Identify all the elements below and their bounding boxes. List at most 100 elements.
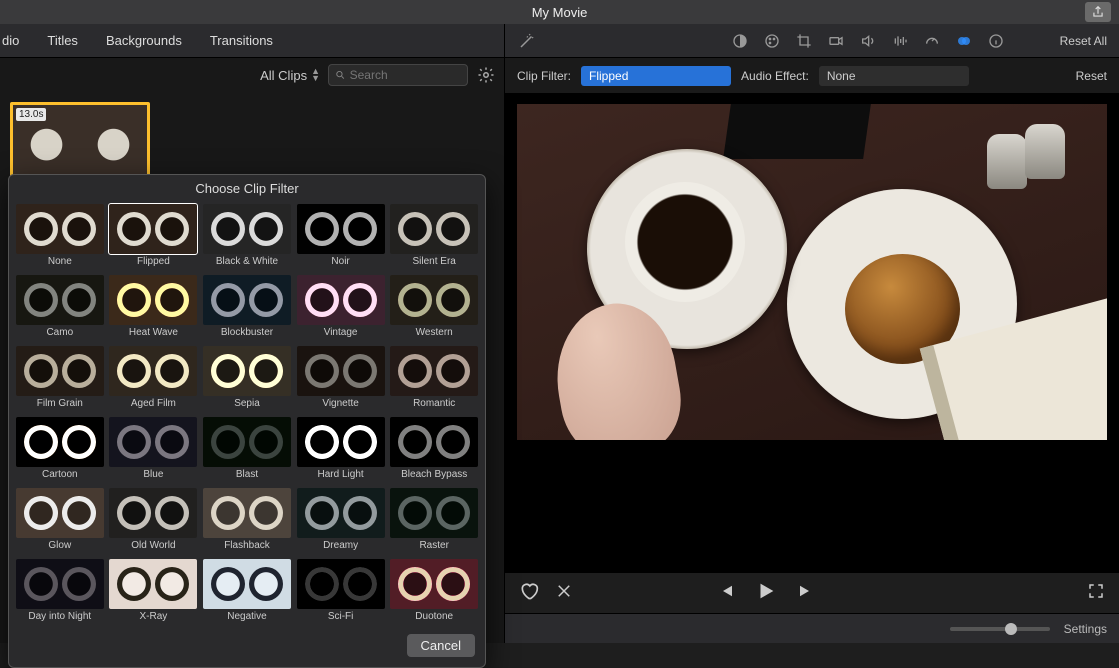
color-correction-button[interactable] [762, 31, 782, 51]
crop-icon [796, 33, 812, 49]
clips-filter-label: All Clips [260, 68, 307, 83]
filter-option-black-white[interactable]: Black & White [202, 204, 292, 271]
filter-option-x-ray[interactable]: X-Ray [109, 559, 199, 626]
tab-audio-partial[interactable]: dio [2, 33, 19, 48]
filter-option-vintage[interactable]: Vintage [296, 275, 386, 342]
next-button[interactable] [797, 582, 815, 605]
clip-thumbnail[interactable]: 13.0s [10, 102, 150, 180]
filter-swatch [16, 275, 104, 325]
filter-option-flipped[interactable]: Flipped [109, 204, 199, 271]
filter-label: Blast [236, 467, 258, 484]
filter-option-blockbuster[interactable]: Blockbuster [202, 275, 292, 342]
play-button[interactable] [755, 580, 777, 607]
filter-option-blue[interactable]: Blue [109, 417, 199, 484]
zoom-slider[interactable] [950, 627, 1050, 631]
color-balance-button[interactable] [730, 31, 750, 51]
filter-option-aged-film[interactable]: Aged Film [109, 346, 199, 413]
filter-option-camo[interactable]: Camo [15, 275, 105, 342]
filter-swatch [297, 488, 385, 538]
clips-filter-dropdown[interactable]: All Clips ▲▼ [260, 68, 320, 83]
zoom-knob[interactable] [1005, 623, 1017, 635]
stabilization-button[interactable] [826, 31, 846, 51]
filter-swatch [109, 204, 197, 254]
favorite-button[interactable] [519, 581, 539, 606]
tab-transitions[interactable]: Transitions [210, 33, 273, 48]
filter-swatch [109, 275, 197, 325]
reject-button[interactable] [555, 582, 573, 605]
filter-option-dreamy[interactable]: Dreamy [296, 488, 386, 555]
search-input-wrapper[interactable] [328, 64, 468, 86]
reset-all-button[interactable]: Reset All [1060, 34, 1107, 48]
filter-option-old-world[interactable]: Old World [109, 488, 199, 555]
speaker-icon [860, 33, 876, 49]
audio-effect-value[interactable]: None [819, 66, 969, 86]
prev-button[interactable] [717, 582, 735, 605]
filter-option-sci-fi[interactable]: Sci-Fi [296, 559, 386, 626]
filter-grid: NoneFlippedBlack & WhiteNoirSilent Era Ca… [9, 200, 485, 628]
preview-viewer [505, 94, 1119, 573]
filter-label: Heat Wave [129, 325, 178, 342]
filter-option-glow[interactable]: Glow [15, 488, 105, 555]
filter-swatch [203, 275, 291, 325]
clip-filter-button[interactable] [954, 31, 974, 51]
filter-option-day-into-night[interactable]: Day into Night [15, 559, 105, 626]
filter-option-none[interactable]: None [15, 204, 105, 271]
cancel-button[interactable]: Cancel [407, 634, 475, 657]
filter-swatch [16, 488, 104, 538]
volume-button[interactable] [858, 31, 878, 51]
filter-option-heat-wave[interactable]: Heat Wave [109, 275, 199, 342]
filter-option-raster[interactable]: Raster [389, 488, 479, 555]
fullscreen-button[interactable] [1087, 582, 1105, 605]
clip-filter-value[interactable]: Flipped [581, 66, 731, 86]
tab-backgrounds[interactable]: Backgrounds [106, 33, 182, 48]
filter-swatch [109, 417, 197, 467]
gauge-icon [924, 33, 940, 49]
filter-option-film-grain[interactable]: Film Grain [15, 346, 105, 413]
filter-label: Old World [131, 538, 175, 555]
filter-option-negative[interactable]: Negative [202, 559, 292, 626]
speed-button[interactable] [922, 31, 942, 51]
filter-option-bleach-bypass[interactable]: Bleach Bypass [389, 417, 479, 484]
filter-label: X-Ray [139, 609, 167, 626]
filter-option-vignette[interactable]: Vignette [296, 346, 386, 413]
skip-back-icon [717, 582, 735, 600]
browser-settings-button[interactable] [476, 65, 496, 85]
share-button[interactable] [1085, 2, 1111, 22]
filter-label: Cartoon [42, 467, 78, 484]
filter-option-romantic[interactable]: Romantic [389, 346, 479, 413]
filter-option-silent-era[interactable]: Silent Era [389, 204, 479, 271]
filter-label: Negative [227, 609, 266, 626]
contrast-icon [732, 33, 748, 49]
updown-icon: ▲▼ [311, 68, 320, 82]
reset-button[interactable]: Reset [1076, 69, 1107, 83]
browser-tabs: dio Titles Backgrounds Transitions [0, 24, 504, 58]
filter-swatch [16, 559, 104, 609]
filter-label: Camo [46, 325, 73, 342]
filter-option-duotone[interactable]: Duotone [389, 559, 479, 626]
filter-label: Day into Night [28, 609, 91, 626]
filter-swatch [390, 346, 478, 396]
info-button[interactable] [986, 31, 1006, 51]
filter-option-blast[interactable]: Blast [202, 417, 292, 484]
window-titlebar: My Movie [0, 0, 1119, 24]
timeline-settings-button[interactable]: Settings [1064, 622, 1107, 636]
filter-option-sepia[interactable]: Sepia [202, 346, 292, 413]
preview-frame[interactable] [517, 104, 1107, 440]
filter-option-hard-light[interactable]: Hard Light [296, 417, 386, 484]
filter-swatch [109, 346, 197, 396]
magic-wand-button[interactable] [517, 31, 537, 51]
tab-titles[interactable]: Titles [47, 33, 78, 48]
filter-option-cartoon[interactable]: Cartoon [15, 417, 105, 484]
audio-effect-label: Audio Effect: [741, 69, 809, 83]
filter-option-flashback[interactable]: Flashback [202, 488, 292, 555]
timeline-footer: Settings [505, 613, 1119, 643]
filter-label: Bleach Bypass [401, 467, 467, 484]
crop-button[interactable] [794, 31, 814, 51]
filter-option-noir[interactable]: Noir [296, 204, 386, 271]
adjustments-toolbar: Reset All [505, 24, 1119, 58]
filter-swatch [109, 488, 197, 538]
filter-option-western[interactable]: Western [389, 275, 479, 342]
filter-swatch [297, 275, 385, 325]
noise-reduction-button[interactable] [890, 31, 910, 51]
search-input[interactable] [350, 68, 461, 82]
